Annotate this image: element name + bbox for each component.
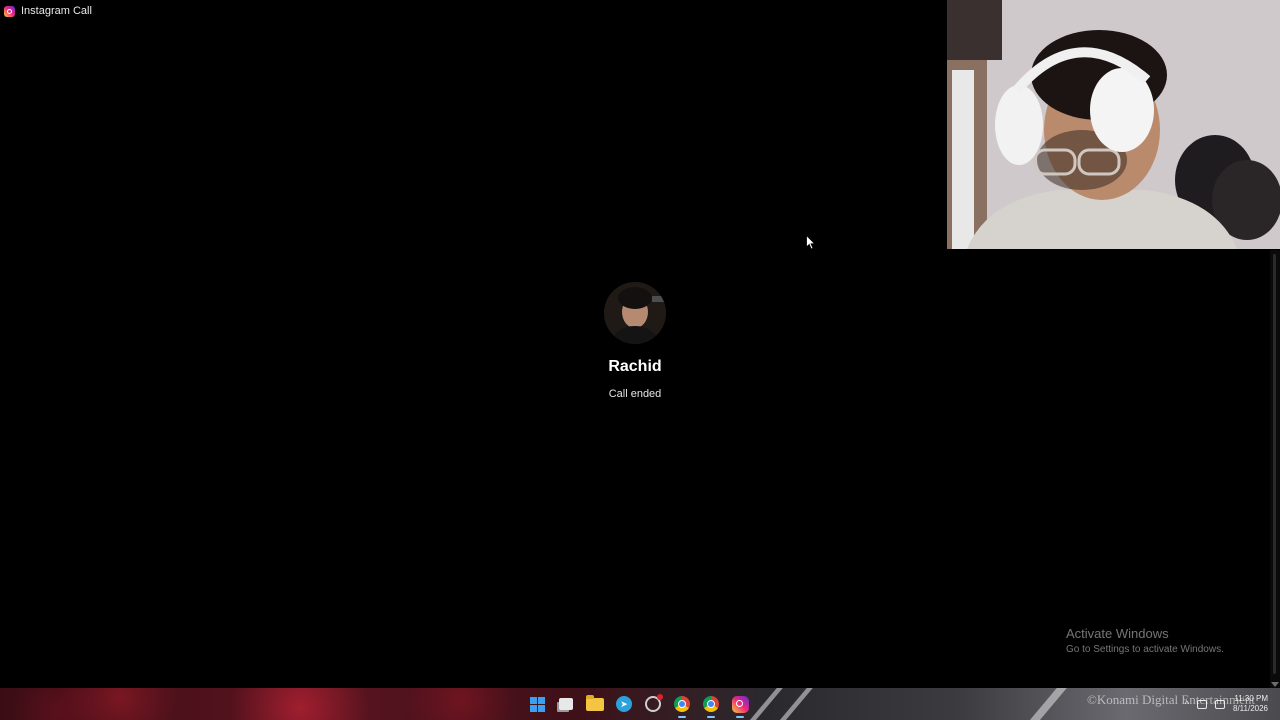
vertical-scrollbar[interactable] [1270,250,1280,688]
activate-windows-watermark: Activate Windows Go to Settings to activ… [1066,626,1224,655]
chrome-icon [674,696,690,712]
instagram-call-window: Instagram Call Rachid Call ended Activat… [0,0,1280,720]
window-title: Instagram Call [21,5,92,17]
telegram-icon: ➤ [616,696,632,712]
self-video-preview[interactable] [947,0,1280,249]
chrome-icon [703,696,719,712]
task-view-button[interactable] [556,694,576,714]
instagram-icon [4,5,15,17]
self-video-frame [947,0,1280,249]
instagram-button[interactable] [730,694,750,718]
avatar-image [604,282,666,344]
call-status-text: Call ended [608,388,662,400]
caller-name: Rachid [608,358,662,375]
caller-avatar [604,282,666,344]
watermark-title: Activate Windows [1066,626,1169,641]
folder-icon [586,694,604,711]
task-view-icon [559,698,573,710]
mouse-cursor-icon [806,235,816,250]
watermark-subtitle: Go to Settings to activate Windows. [1066,644,1224,655]
windows-start-icon [529,696,545,712]
instagram-icon [731,695,749,713]
scroll-down-arrow-icon[interactable] [1271,682,1279,687]
wallpaper-stripe [773,688,813,720]
wallpaper-stripe [1023,688,1067,720]
file-explorer-button[interactable] [585,694,605,714]
start-button[interactable] [527,694,547,714]
scrollbar-thumb[interactable] [1273,254,1276,674]
app-icon [645,694,663,712]
wallpaper-overlay-text: ©Konami Digital Entertainment [1087,692,1256,707]
telegram-button[interactable]: ➤ [614,694,634,714]
call-info-panel: Rachid Call ended [540,282,730,400]
chrome-button[interactable] [672,694,692,718]
taskbar-app-list: ➤ [527,692,750,718]
chrome-button-2[interactable] [701,694,721,718]
title-bar: Instagram Call [0,0,950,22]
app-notification-button[interactable] [643,694,663,714]
